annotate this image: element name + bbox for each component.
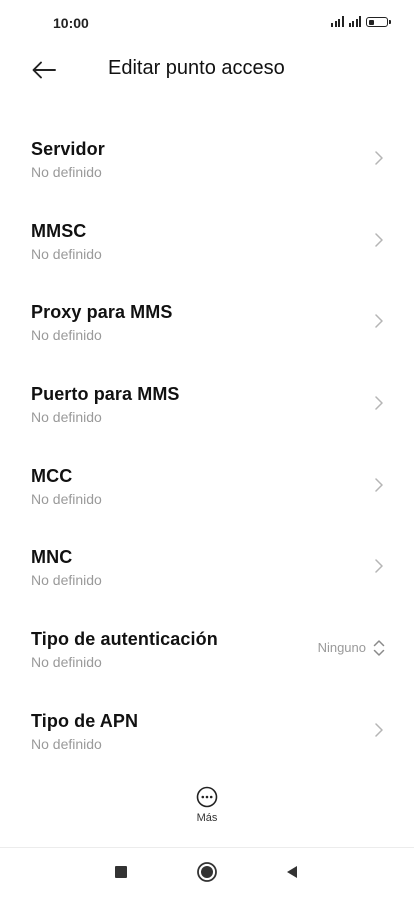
back-nav-button[interactable] — [280, 860, 304, 884]
item-label: MMSC — [31, 220, 87, 241]
item-value: No definido — [31, 735, 102, 752]
status-bar: 10:00 — [0, 0, 414, 46]
auth-type-selected-value: Ninguno — [317, 640, 366, 656]
status-time: 10:00 — [53, 15, 89, 31]
item-label: Puerto para MMS — [31, 384, 180, 405]
item-value: No definido — [31, 490, 102, 507]
item-label: Tipo de APN — [31, 710, 139, 731]
list-item-servidor[interactable]: Servidor No definido — [0, 118, 414, 200]
arrow-left-icon — [32, 61, 56, 79]
list-item-puerto-mms[interactable]: Puerto para MMS No definido — [0, 363, 414, 445]
item-label: Servidor — [31, 139, 105, 159]
item-label: Proxy para MMS — [31, 302, 173, 323]
chevron-up-down-icon — [373, 640, 385, 656]
chevron-right-icon — [375, 232, 383, 247]
more-button[interactable]: Más — [187, 786, 227, 830]
status-icons — [331, 16, 391, 27]
system-nav-bar — [0, 848, 414, 897]
settings-list: Servidor No definido MMSC No definido Pr… — [0, 118, 414, 772]
square-icon — [115, 866, 127, 878]
list-item-proxy-mms[interactable]: Proxy para MMS No definido — [0, 281, 414, 363]
chevron-right-icon — [375, 151, 383, 165]
battery-icon — [366, 17, 391, 27]
chevron-right-icon — [375, 723, 383, 737]
list-item-auth-type[interactable]: Tipo de autenticación No definido Ningun… — [0, 608, 414, 690]
item-value: No definido — [31, 654, 102, 671]
header: Editar punto acceso — [0, 46, 414, 94]
chevron-right-icon — [375, 559, 383, 574]
item-value: No definido — [31, 245, 102, 262]
signal-icon — [348, 16, 361, 27]
item-value: No definido — [31, 409, 102, 426]
chevron-right-icon — [375, 478, 383, 492]
recents-button[interactable] — [109, 860, 133, 884]
more-label: Más — [196, 812, 218, 824]
back-button[interactable] — [26, 54, 62, 86]
list-item-mnc[interactable]: MNC No definido — [0, 526, 414, 608]
list-item-apn-type[interactable]: Tipo de APN No definido — [0, 690, 414, 772]
page-title: Editar punto acceso — [108, 57, 285, 79]
more-horizontal-circle-icon — [196, 786, 218, 808]
item-value: No definido — [31, 572, 102, 589]
circle-icon — [197, 862, 217, 882]
home-button[interactable] — [195, 860, 219, 884]
item-label: Tipo de autenticación — [31, 629, 218, 650]
signal-icon — [331, 16, 344, 27]
item-value: No definido — [31, 164, 102, 180]
list-item-mcc[interactable]: MCC No definido — [0, 445, 414, 527]
item-label: MCC — [31, 465, 73, 486]
list-item-mmsc[interactable]: MMSC No definido — [0, 200, 414, 282]
chevron-right-icon — [375, 314, 383, 329]
item-label: MNC — [31, 547, 73, 568]
chevron-right-icon — [375, 396, 383, 410]
triangle-back-icon — [287, 866, 297, 878]
item-value: No definido — [31, 327, 102, 344]
